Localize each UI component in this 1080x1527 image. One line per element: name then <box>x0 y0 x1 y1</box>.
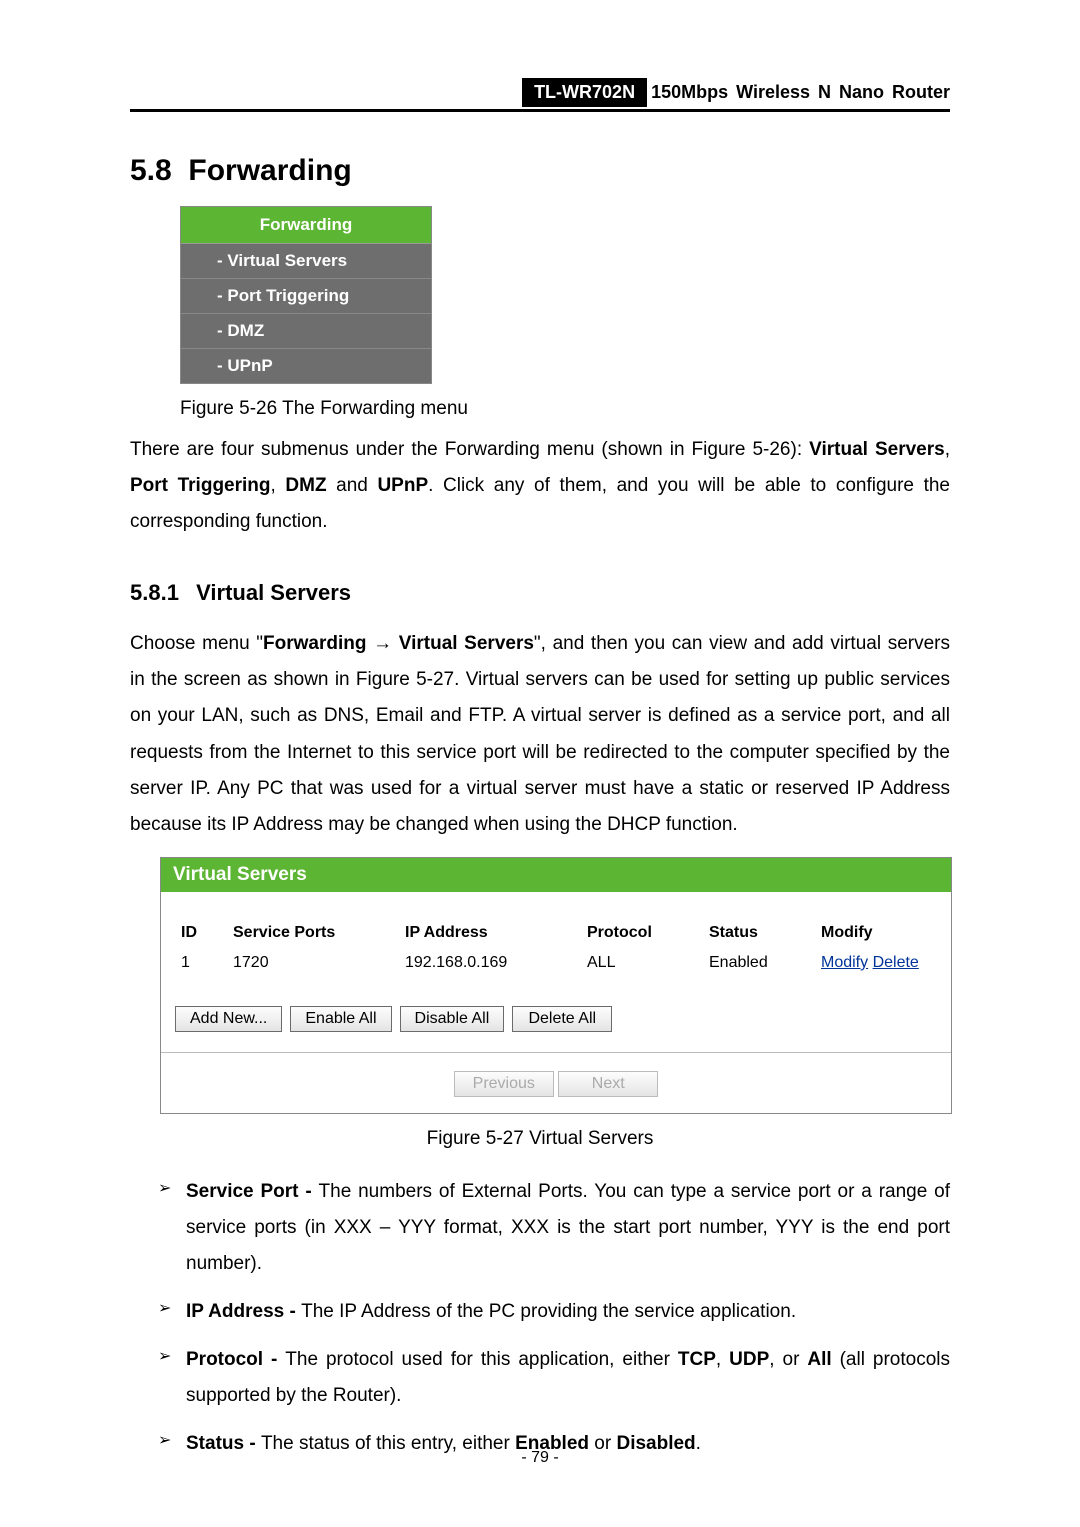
figure-caption-27: Figure 5-27 Virtual Servers <box>130 1128 950 1150</box>
subsection-title-text: Virtual Servers <box>196 580 351 605</box>
list-item: IP Address - The IP Address of the PC pr… <box>158 1294 950 1330</box>
model-label: TL-WR702N <box>522 78 647 107</box>
delete-all-button[interactable]: Delete All <box>512 1006 612 1032</box>
cell-id: 1 <box>175 950 227 976</box>
menu-item-virtual-servers: - Virtual Servers <box>181 244 431 279</box>
page-header: TL-WR702N 150Mbps Wireless N Nano Router <box>130 78 950 112</box>
virtual-servers-intro: Choose menu "Forwarding → Virtual Server… <box>130 626 950 843</box>
section-heading: 5.8 Forwarding <box>130 154 950 188</box>
section-title-text: Forwarding <box>188 154 351 187</box>
menu-item-dmz: - DMZ <box>181 314 431 349</box>
cell-proto: ALL <box>581 950 703 976</box>
forwarding-menu-screenshot: Forwarding - Virtual Servers - Port Trig… <box>180 206 432 384</box>
col-ip-address: IP Address <box>399 920 581 950</box>
add-new-button[interactable]: Add New... <box>175 1006 282 1032</box>
col-service-ports: Service Ports <box>227 920 399 950</box>
figure-caption-26: Figure 5-26 The Forwarding menu <box>150 398 950 420</box>
pagination-row: Previous Next <box>161 1052 951 1113</box>
enable-all-button[interactable]: Enable All <box>290 1006 391 1032</box>
list-item: Service Port - The numbers of External P… <box>158 1174 950 1282</box>
product-name: 150Mbps Wireless N Nano Router <box>651 82 950 103</box>
disable-all-button[interactable]: Disable All <box>400 1006 505 1032</box>
delete-link[interactable]: Delete <box>873 954 919 971</box>
modify-link[interactable]: Modify <box>821 954 868 971</box>
table-header-row: ID Service Ports IP Address Protocol Sta… <box>175 920 937 950</box>
menu-item-port-triggering: - Port Triggering <box>181 279 431 314</box>
col-status: Status <box>703 920 815 950</box>
col-protocol: Protocol <box>581 920 703 950</box>
panel-title: Virtual Servers <box>161 858 951 892</box>
subsection-number: 5.8.1 <box>130 580 190 606</box>
virtual-servers-panel: Virtual Servers ID Service Ports IP Addr… <box>160 857 952 1114</box>
cell-ports: 1720 <box>227 950 399 976</box>
col-modify: Modify <box>815 920 937 950</box>
menu-item-upnp: - UPnP <box>181 349 431 383</box>
virtual-servers-table: ID Service Ports IP Address Protocol Sta… <box>175 920 937 976</box>
next-button: Next <box>558 1071 658 1097</box>
cell-ip: 192.168.0.169 <box>399 950 581 976</box>
list-item: Protocol - The protocol used for this ap… <box>158 1342 950 1414</box>
subsection-heading: 5.8.1 Virtual Servers <box>130 580 950 606</box>
table-row: 1 1720 192.168.0.169 ALL Enabled Modify … <box>175 950 937 976</box>
action-button-row: Add New... Enable All Disable All Delete… <box>175 1006 937 1032</box>
page-number: - 79 - <box>0 1449 1080 1467</box>
intro-paragraph: There are four submenus under the Forwar… <box>130 432 950 540</box>
col-id: ID <box>175 920 227 950</box>
previous-button: Previous <box>454 1071 554 1097</box>
cell-status: Enabled <box>703 950 815 976</box>
section-number: 5.8 <box>130 154 172 187</box>
menu-header: Forwarding <box>181 207 431 244</box>
definition-list: Service Port - The numbers of External P… <box>130 1174 950 1463</box>
